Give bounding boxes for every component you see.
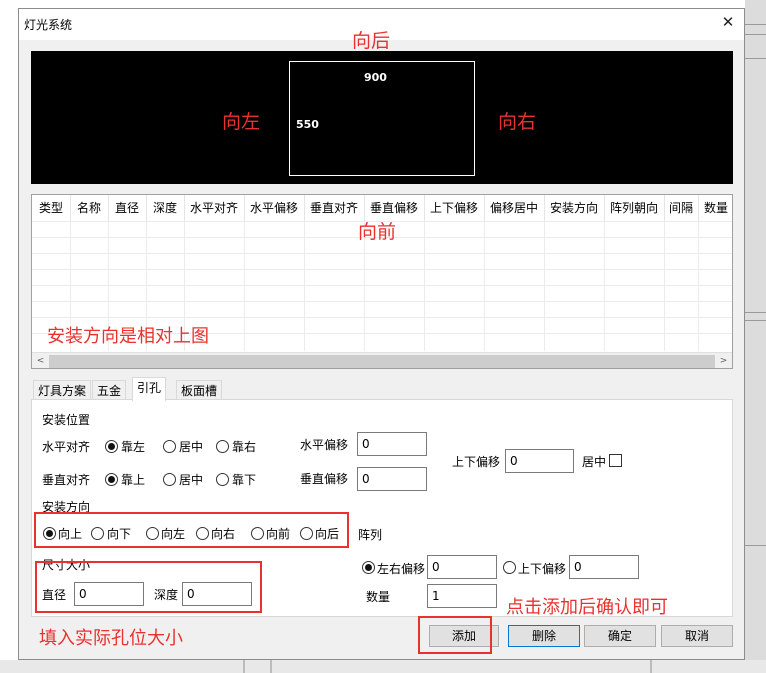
v-align-top-label[interactable]: 靠上 — [121, 473, 145, 487]
column-header[interactable]: 水平偏移 — [244, 195, 305, 221]
lr-offset-label[interactable]: 左右偏移 — [377, 562, 425, 576]
background-app-bottom — [0, 660, 766, 673]
horizontal-scrollbar[interactable]: < > — [32, 352, 732, 368]
tab-panel-groove[interactable]: 板面槽 — [176, 380, 223, 401]
column-header[interactable]: 数量 — [698, 195, 732, 221]
v-align-top-radio[interactable] — [105, 473, 118, 486]
annotation-fill-size: 填入实际孔位大小 — [39, 628, 183, 649]
ud-offset-input[interactable]: 0 — [505, 449, 574, 473]
h-align-center-radio[interactable] — [163, 440, 176, 453]
v-align-center-radio[interactable] — [163, 473, 176, 486]
tab-hardware[interactable]: 五金 — [92, 380, 127, 401]
ud2-offset-radio[interactable] — [503, 561, 516, 574]
column-header[interactable]: 直径 — [108, 195, 147, 221]
tab-lead-hole[interactable]: 引孔 — [132, 377, 167, 401]
column-header[interactable]: 垂直对齐 — [304, 195, 365, 221]
column-header[interactable]: 上下偏移 — [424, 195, 485, 221]
h-align-right-label[interactable]: 靠右 — [232, 440, 256, 454]
ok-button[interactable]: 确定 — [584, 625, 656, 647]
highlight-add-button — [418, 616, 492, 654]
count-label: 数量 — [366, 590, 391, 604]
column-header[interactable]: 偏移居中 — [484, 195, 545, 221]
scrollbar-thumb[interactable] — [49, 355, 715, 368]
dimension-width: 900 — [364, 71, 387, 84]
column-header[interactable]: 安装方向 — [544, 195, 605, 221]
annotation-direction-note: 安装方向是相对上图 — [47, 326, 209, 347]
v-offset-label: 垂直偏移 — [300, 472, 349, 486]
ud2-offset-input[interactable]: 0 — [569, 555, 639, 579]
column-header[interactable]: 水平对齐 — [184, 195, 245, 221]
highlight-direction — [34, 512, 349, 548]
delete-button[interactable]: 删除 — [508, 625, 580, 647]
label-right: 向右 — [498, 111, 537, 133]
center-checkbox[interactable] — [609, 454, 622, 467]
column-header[interactable]: 间隔 — [664, 195, 699, 221]
h-align-left-label[interactable]: 靠左 — [121, 440, 145, 454]
v-align-bottom-radio[interactable] — [216, 473, 229, 486]
h-align-label: 水平对齐 — [42, 440, 91, 454]
dimension-height: 550 — [296, 118, 319, 131]
ud2-offset-label[interactable]: 上下偏移 — [518, 562, 566, 576]
window-title: 灯光系统 — [24, 18, 73, 32]
v-offset-input[interactable]: 0 — [357, 467, 427, 491]
ud-offset-label: 上下偏移 — [452, 455, 501, 469]
v-align-center-label[interactable]: 居中 — [179, 473, 203, 487]
scroll-left-icon[interactable]: < — [32, 353, 49, 368]
column-header[interactable]: 类型 — [32, 195, 71, 221]
label-back: 向后 — [352, 30, 391, 52]
column-header[interactable]: 阵列朝向 — [604, 195, 665, 221]
close-icon[interactable]: ✕ — [720, 14, 736, 30]
tab-lamp-scheme[interactable]: 灯具方案 — [33, 380, 92, 401]
highlight-size — [35, 561, 262, 613]
h-align-center-label[interactable]: 居中 — [179, 440, 203, 454]
column-header[interactable]: 名称 — [70, 195, 109, 221]
h-offset-label: 水平偏移 — [300, 438, 349, 452]
array-label: 阵列 — [358, 528, 383, 542]
label-front: 向前 — [358, 221, 397, 243]
cancel-button[interactable]: 取消 — [661, 625, 733, 647]
h-align-left-radio[interactable] — [105, 440, 118, 453]
background-app-strip — [745, 0, 766, 673]
h-offset-input[interactable]: 0 — [357, 432, 427, 456]
h-align-right-radio[interactable] — [216, 440, 229, 453]
v-align-label: 垂直对齐 — [42, 473, 91, 487]
lr-offset-radio[interactable] — [362, 561, 375, 574]
center-label[interactable]: 居中 — [582, 455, 606, 469]
scroll-right-icon[interactable]: > — [715, 353, 732, 368]
annotation-click-add: 点击添加后确认即可 — [506, 597, 668, 618]
lr-offset-input[interactable]: 0 — [427, 555, 497, 579]
v-align-bottom-label[interactable]: 靠下 — [232, 473, 256, 487]
install-position-title: 安装位置 — [42, 413, 91, 427]
count-input[interactable]: 1 — [427, 584, 497, 608]
label-left: 向左 — [222, 111, 261, 133]
column-header[interactable]: 深度 — [146, 195, 185, 221]
